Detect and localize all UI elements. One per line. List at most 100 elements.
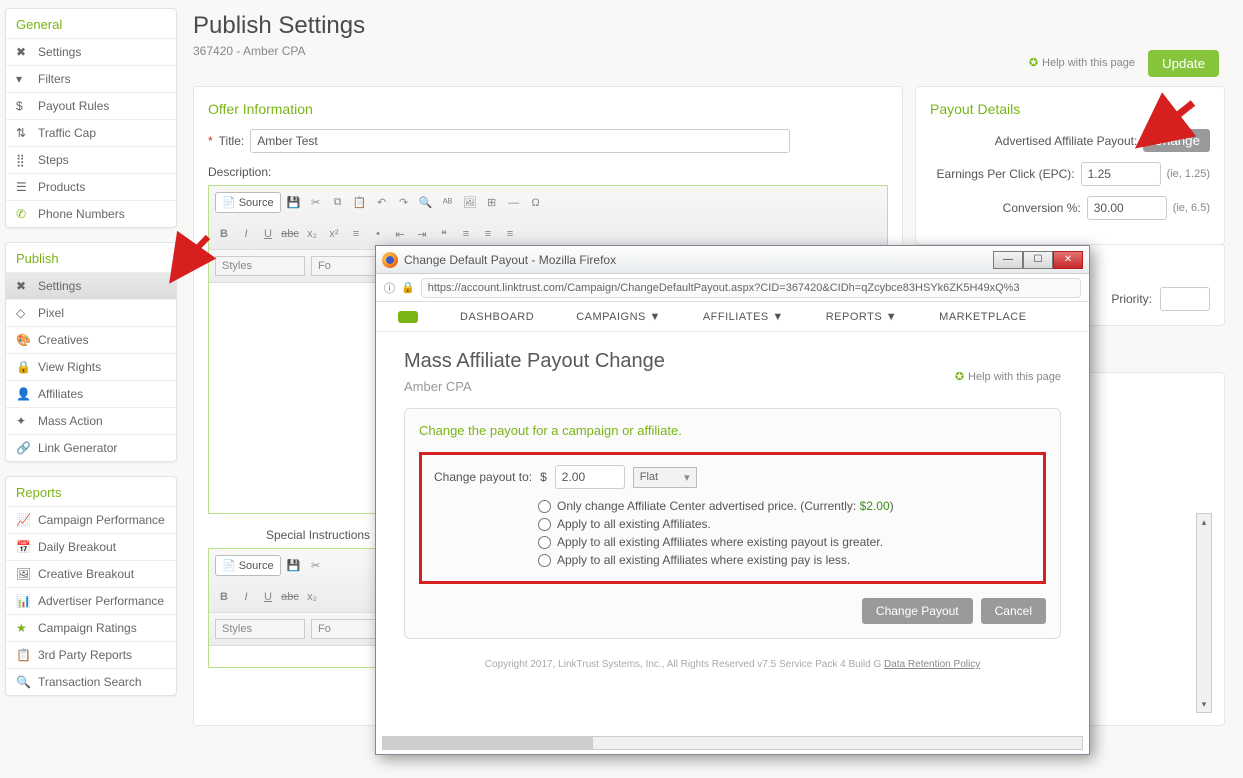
sidebar-item-phone-numbers[interactable]: ✆Phone Numbers <box>6 200 176 227</box>
info-icon[interactable]: ⓘ <box>384 280 395 296</box>
sidebar-item-products[interactable]: ☰Products <box>6 173 176 200</box>
sidebar-item-advertiser-performance[interactable]: 📊Advertiser Performance <box>6 587 176 614</box>
indent-icon[interactable]: ⇥ <box>413 225 431 243</box>
change-payout-button[interactable]: Change Payout <box>862 598 973 624</box>
sidebar-item-label: Creative Breakout <box>38 567 134 581</box>
sidebar-item-creative-breakout[interactable]: 🖼Creative Breakout <box>6 560 176 587</box>
nav-marketplace[interactable]: MARKETPLACE <box>939 311 1026 323</box>
sidebar-item-filters[interactable]: ▾Filters <box>6 65 176 92</box>
source-button[interactable]: 📄Source <box>215 192 281 213</box>
radio-only-change-advertised[interactable] <box>538 500 551 513</box>
bold-icon[interactable]: B <box>215 225 233 243</box>
help-link[interactable]: Help with this page <box>1029 56 1135 69</box>
sidebar-item-campaign-performance[interactable]: 📈Campaign Performance <box>6 506 176 533</box>
sidebar-item-campaign-ratings[interactable]: ★Campaign Ratings <box>6 614 176 641</box>
sidebar-item-payout-rules[interactable]: $Payout Rules <box>6 92 176 119</box>
sidebar-item-creatives[interactable]: 🎨Creatives <box>6 326 176 353</box>
sup-icon[interactable]: x² <box>325 225 343 243</box>
image-icon[interactable]: 🖼 <box>461 194 479 212</box>
source-label: Source <box>239 197 274 209</box>
radio-apply-all[interactable] <box>538 518 551 531</box>
bold-icon[interactable]: B <box>215 588 233 606</box>
nav-dashboard[interactable]: DASHBOARD <box>460 311 534 323</box>
change-button[interactable]: Change <box>1143 129 1210 152</box>
sidebar-item-label: Settings <box>38 45 81 59</box>
underline-icon[interactable]: U <box>259 588 277 606</box>
nav-reports[interactable]: REPORTS ▼ <box>826 311 897 323</box>
omega-icon[interactable]: Ω <box>527 194 545 212</box>
sidebar-item-label: Payout Rules <box>38 99 109 113</box>
change-panel-title: Change the payout for a campaign or affi… <box>419 423 1046 438</box>
list-ol-icon[interactable]: ≡ <box>347 225 365 243</box>
italic-icon[interactable]: I <box>237 225 255 243</box>
sidebar-item-mass-action[interactable]: ✦Mass Action <box>6 407 176 434</box>
payout-type-select[interactable]: Flat <box>633 467 697 488</box>
cancel-button[interactable]: Cancel <box>981 598 1046 624</box>
find-icon[interactable]: 🔍 <box>417 194 435 212</box>
quote-icon[interactable]: ❝ <box>435 225 453 243</box>
source-button[interactable]: 📄Source <box>215 555 281 576</box>
popup-titlebar[interactable]: Change Default Payout - Mozilla Firefox … <box>376 246 1089 274</box>
source-icon: 📄 <box>222 559 236 572</box>
sidebar-item-link-generator[interactable]: 🔗Link Generator <box>6 434 176 461</box>
url-display[interactable]: https://account.linktrust.com/Campaign/C… <box>421 278 1081 298</box>
sidebar-item-view-rights[interactable]: 🔒View Rights <box>6 353 176 380</box>
redo-icon[interactable]: ↷ <box>395 194 413 212</box>
brand-logo[interactable] <box>398 311 418 323</box>
sidebar-item-traffic-cap[interactable]: ⇅Traffic Cap <box>6 119 176 146</box>
palette-icon: 🎨 <box>16 333 30 347</box>
nav-campaigns[interactable]: CAMPAIGNS ▼ <box>576 311 661 323</box>
undo-icon[interactable]: ↶ <box>373 194 391 212</box>
list-ul-icon[interactable]: • <box>369 225 387 243</box>
sidebar-item-affiliates[interactable]: 👤Affiliates <box>6 380 176 407</box>
copy-icon[interactable]: ⧉ <box>329 194 347 212</box>
popup-nav: DASHBOARD CAMPAIGNS ▼ AFFILIATES ▼ REPOR… <box>376 302 1089 332</box>
table-icon[interactable]: ⊞ <box>483 194 501 212</box>
paste-icon[interactable]: 📋 <box>351 194 369 212</box>
styles-dropdown[interactable]: Styles <box>215 619 305 639</box>
sidebar-item-publish-settings[interactable]: ✖Settings <box>6 272 176 299</box>
nav-affiliates[interactable]: AFFILIATES ▼ <box>703 311 784 323</box>
hr-icon[interactable]: — <box>505 194 523 212</box>
conversion-input[interactable] <box>1087 196 1167 220</box>
popup-body: Mass Affiliate Payout Change Amber CPA H… <box>376 332 1089 738</box>
scrollbar-vertical[interactable]: ▴▾ <box>1196 513 1212 713</box>
sidebar-item-transaction-search[interactable]: 🔍Transaction Search <box>6 668 176 695</box>
sidebar-item-steps[interactable]: ⣿Steps <box>6 146 176 173</box>
radio-apply-greater[interactable] <box>538 536 551 549</box>
save-icon[interactable]: 💾 <box>285 194 303 212</box>
strike-icon[interactable]: abc <box>281 225 299 243</box>
close-button[interactable]: ✕ <box>1053 251 1083 269</box>
title-input[interactable] <box>250 129 790 153</box>
payout-amount-input[interactable] <box>555 465 625 489</box>
italic-icon[interactable]: I <box>237 588 255 606</box>
minimize-button[interactable]: — <box>993 251 1023 269</box>
radio-apply-less[interactable] <box>538 554 551 567</box>
styles-dropdown[interactable]: Styles <box>215 256 305 276</box>
align-left-icon[interactable]: ≡ <box>457 225 475 243</box>
update-button[interactable]: Update <box>1148 50 1219 77</box>
sub-icon[interactable]: x₂ <box>303 225 321 243</box>
sidebar-item-pixel[interactable]: ◇Pixel <box>6 299 176 326</box>
spellcheck-icon[interactable]: ᴬᴮ <box>439 194 457 212</box>
epc-input[interactable] <box>1081 162 1161 186</box>
sidebar-item-3rd-party-reports[interactable]: 📋3rd Party Reports <box>6 641 176 668</box>
cut-icon[interactable]: ✂ <box>307 557 325 575</box>
align-center-icon[interactable]: ≡ <box>479 225 497 243</box>
align-right-icon[interactable]: ≡ <box>501 225 519 243</box>
help-link[interactable]: Help with this page <box>955 370 1061 383</box>
underline-icon[interactable]: U <box>259 225 277 243</box>
footer-text: Copyright 2017, LinkTrust Systems, Inc.,… <box>485 659 884 670</box>
outdent-icon[interactable]: ⇤ <box>391 225 409 243</box>
title-label: Title: <box>219 134 245 148</box>
strike-icon[interactable]: abc <box>281 588 299 606</box>
save-icon[interactable]: 💾 <box>285 557 303 575</box>
scrollbar-horizontal[interactable] <box>382 736 1083 750</box>
priority-input[interactable] <box>1160 287 1210 311</box>
cut-icon[interactable]: ✂ <box>307 194 325 212</box>
data-retention-link[interactable]: Data Retention Policy <box>884 659 980 670</box>
sidebar-item-settings[interactable]: ✖Settings <box>6 38 176 65</box>
maximize-button[interactable]: ☐ <box>1023 251 1053 269</box>
sidebar-item-daily-breakout[interactable]: 📅Daily Breakout <box>6 533 176 560</box>
sub-icon[interactable]: x₂ <box>303 588 321 606</box>
